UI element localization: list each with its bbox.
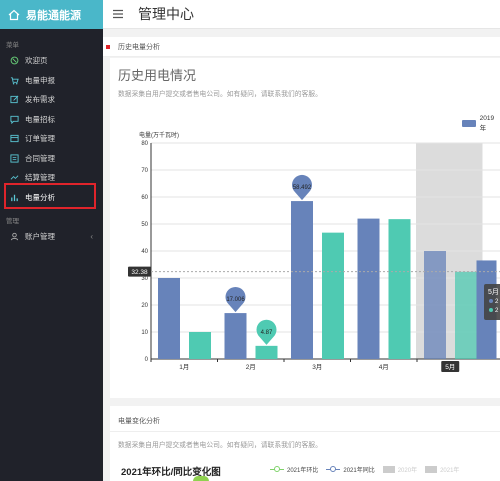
legend-label: 2021年: [440, 468, 460, 474]
axis-pointer-x-label: 5月: [445, 363, 455, 371]
tab-strip: 历史电量分析: [103, 37, 500, 57]
y-tick-label: 60: [141, 195, 148, 201]
active-item-highlight: [4, 183, 96, 209]
bar: [357, 218, 380, 359]
bar: [424, 251, 446, 359]
active-tab-indicator: [106, 45, 110, 49]
sidebar-item-publish[interactable]: 发布需求: [0, 90, 103, 110]
sidebar-item-orders[interactable]: 订单管理: [0, 129, 103, 149]
brand-bar[interactable]: 易能通能源: [0, 0, 103, 29]
legend-label: 2020年: [397, 468, 418, 474]
sidebar-item-label: 合同管理: [25, 153, 55, 163]
markpoint-label: 17.006: [226, 297, 245, 303]
markpoint-label: 4.87: [261, 330, 273, 336]
y-tick-label: 40: [141, 249, 148, 255]
tooltip-title: 5月: [488, 288, 499, 296]
bar: [189, 332, 211, 359]
legend-item-2020[interactable]: 2020年: [382, 465, 418, 474]
markpoint-label: 58.492: [293, 185, 312, 191]
bar: [291, 201, 313, 359]
bar: [255, 345, 278, 359]
cart-icon: [10, 77, 19, 85]
tooltip-dot: [489, 299, 493, 303]
menu-section-label: 菜单: [6, 42, 19, 49]
legend-item-2021[interactable]: 2021年: [425, 465, 459, 474]
legend-box-icon: [382, 466, 395, 473]
legend-item-yoy[interactable]: 2021年同比: [326, 465, 375, 474]
page-title: 管理中心: [138, 6, 194, 22]
panel2-description: 数据采集自用户提交或者售电公司。如有疑问，请联系我们的客服。: [118, 442, 322, 449]
edit-icon: [10, 95, 19, 104]
chat-icon: [10, 115, 19, 124]
divider: [110, 431, 500, 432]
manage-section-label: 管理: [6, 218, 19, 225]
legend-item-mom[interactable]: 2021年环比: [270, 465, 318, 474]
sidebar-item-welcome[interactable]: 欢迎页: [0, 51, 103, 71]
sidebar-item-label: 电量招标: [25, 114, 55, 124]
sidebar-item-label: 订单管理: [25, 134, 55, 144]
brand-title: 易能通能源: [26, 9, 81, 22]
chart-markpoint-partial: [193, 476, 209, 481]
sidebar-item-label: 电量申报: [25, 75, 55, 85]
tab-history-analysis[interactable]: 历史电量分析: [118, 42, 160, 52]
usage-bar-chart[interactable]: 0 10 20 30 40 50 60 70 80 1月 2月 3月 4月 32.38 5月 17.006 58…: [110, 58, 500, 398]
legend-label: 2021年同比: [343, 468, 375, 474]
bar: [322, 232, 344, 359]
welcome-icon: [10, 56, 19, 65]
x-tick-label: 3月: [312, 363, 322, 371]
bar: [224, 313, 247, 359]
sidebar-item-label: 欢迎页: [25, 56, 48, 66]
y-tick-label: 0: [145, 357, 149, 363]
menu-icon[interactable]: [112, 9, 124, 19]
chevron-left-icon: ‹: [90, 232, 93, 242]
y-tick-label: 50: [141, 222, 148, 228]
sidebar-item-label: 发布需求: [25, 95, 55, 105]
y-tick-label: 70: [141, 168, 148, 174]
sidebar: 易能通能源 菜单 欢迎页 电量申报 发布需求 电量招标 订单管理 合同管理 结算…: [0, 0, 103, 481]
sidebar-item-label: 账户管理: [25, 232, 55, 242]
panel2-legend: 2021年环比 2021年同比 2020年 2021年: [270, 465, 467, 474]
legend-line-icon: [326, 466, 341, 472]
legend-line-icon: [270, 466, 284, 472]
y-tick-label: 10: [141, 330, 148, 336]
x-tick-label: 4月: [379, 363, 389, 371]
change-analysis-panel: 电量变化分析 数据采集自用户提交或者售电公司。如有疑问，请联系我们的客服。 20…: [110, 406, 500, 481]
trend-icon: [10, 175, 19, 180]
legend-label: 2021年环比: [287, 468, 319, 474]
y-tick-label: 80: [141, 141, 148, 147]
sidebar-item-declare[interactable]: 电量申报: [0, 71, 103, 91]
x-tick-label: 2月: [246, 363, 256, 371]
bar: [158, 278, 180, 359]
home-icon: [8, 9, 20, 20]
y-tick-label: 20: [141, 303, 148, 309]
x-tick-label: 1月: [179, 363, 189, 371]
panel2-title: 电量变化分析: [118, 418, 160, 425]
sidebar-item-contracts[interactable]: 合同管理: [0, 149, 103, 169]
bar: [388, 219, 411, 359]
account-icon: [10, 233, 19, 241]
sidebar-item-account[interactable]: 账户管理 ‹: [0, 227, 103, 247]
bar: [455, 271, 477, 359]
history-usage-panel: 历史用电情况 数据采集自用户提交或者售电公司。如有疑问，请联系我们的客服。 20…: [110, 58, 500, 398]
contract-icon: [10, 154, 19, 163]
sidebar-item-bidding[interactable]: 电量招标: [0, 110, 103, 130]
legend-box-icon: [425, 466, 438, 473]
y-tick-label: 30: [141, 276, 148, 282]
order-icon: [10, 135, 19, 143]
top-header: 管理中心: [103, 0, 500, 29]
sidebar-item-label: 结算管理: [25, 173, 55, 183]
tooltip-dot: [489, 308, 493, 312]
axis-pointer-y-label: 32.38: [131, 269, 148, 276]
